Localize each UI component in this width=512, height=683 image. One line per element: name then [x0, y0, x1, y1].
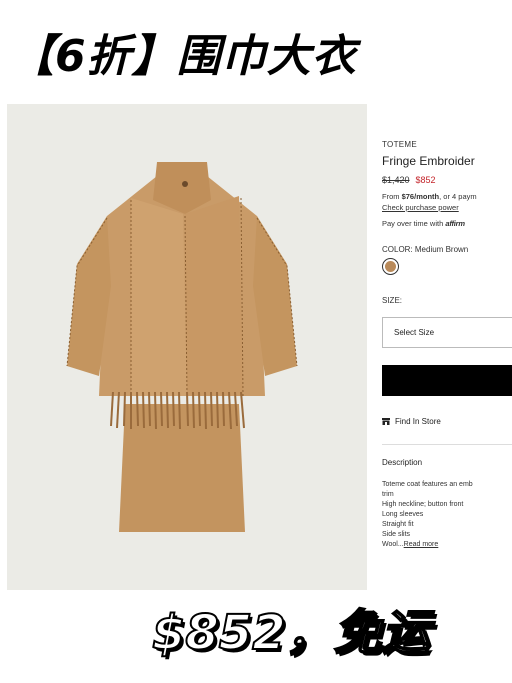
swatch-fill: [385, 261, 396, 272]
divider: [382, 444, 512, 445]
description-line: Side slits: [382, 531, 411, 538]
pay-over-label: Pay over time with: [382, 219, 446, 228]
product-details-panel: TOTEME Fringe Embroider $1,420 $852 From …: [382, 130, 512, 560]
product-title: Fringe Embroider: [382, 154, 475, 168]
description-title[interactable]: Description: [382, 458, 422, 467]
description-line: trim: [382, 491, 394, 498]
size-select[interactable]: Select Size: [382, 317, 512, 348]
sale-price: $852: [415, 175, 436, 185]
promo-banner-bottom: $852，免运: [151, 604, 431, 662]
color-swatch-medium-brown[interactable]: [382, 258, 399, 275]
description-line-last: Wool...Read more: [382, 540, 473, 550]
finance-prefix: From: [382, 192, 402, 201]
description-last-prefix: Wool...: [382, 541, 404, 548]
description-list: Toteme coat features an emb trim High ne…: [382, 480, 473, 550]
price-row: $1,420 $852: [382, 175, 436, 185]
coat-button: [182, 181, 188, 187]
find-in-store-label: Find In Store: [395, 417, 441, 426]
find-in-store-link[interactable]: Find In Store: [382, 417, 441, 426]
description-line: Long sleeves: [382, 511, 424, 518]
description-line: High neckline; button front: [382, 501, 464, 508]
original-price: $1,420: [382, 175, 410, 185]
product-image[interactable]: [7, 104, 367, 590]
affirm-logo: affirm: [445, 219, 465, 228]
add-to-bag-button[interactable]: [382, 365, 512, 396]
store-icon: [382, 418, 390, 425]
check-purchase-power-link[interactable]: Check purchase power: [382, 203, 459, 212]
finance-suffix: , or 4 paym: [439, 192, 477, 201]
description-line: Straight fit: [382, 521, 414, 528]
scarf-panel: [131, 198, 187, 396]
financing-text: From $76/month, or 4 paym: [382, 192, 477, 201]
coat-illustration: [66, 162, 298, 532]
read-more-link[interactable]: Read more: [404, 541, 439, 548]
color-label: COLOR: Medium Brown: [382, 245, 469, 254]
brand-name[interactable]: TOTEME: [382, 140, 417, 149]
size-label: SIZE:: [382, 296, 403, 305]
scarf-panel-right: [185, 196, 243, 396]
pay-over-time[interactable]: Pay over time with affirm: [382, 219, 465, 228]
description-line: Toteme coat features an emb: [382, 481, 473, 488]
promo-banner-top: 【6折】围巾大衣: [10, 31, 357, 82]
finance-amount: $76/month: [401, 192, 440, 201]
